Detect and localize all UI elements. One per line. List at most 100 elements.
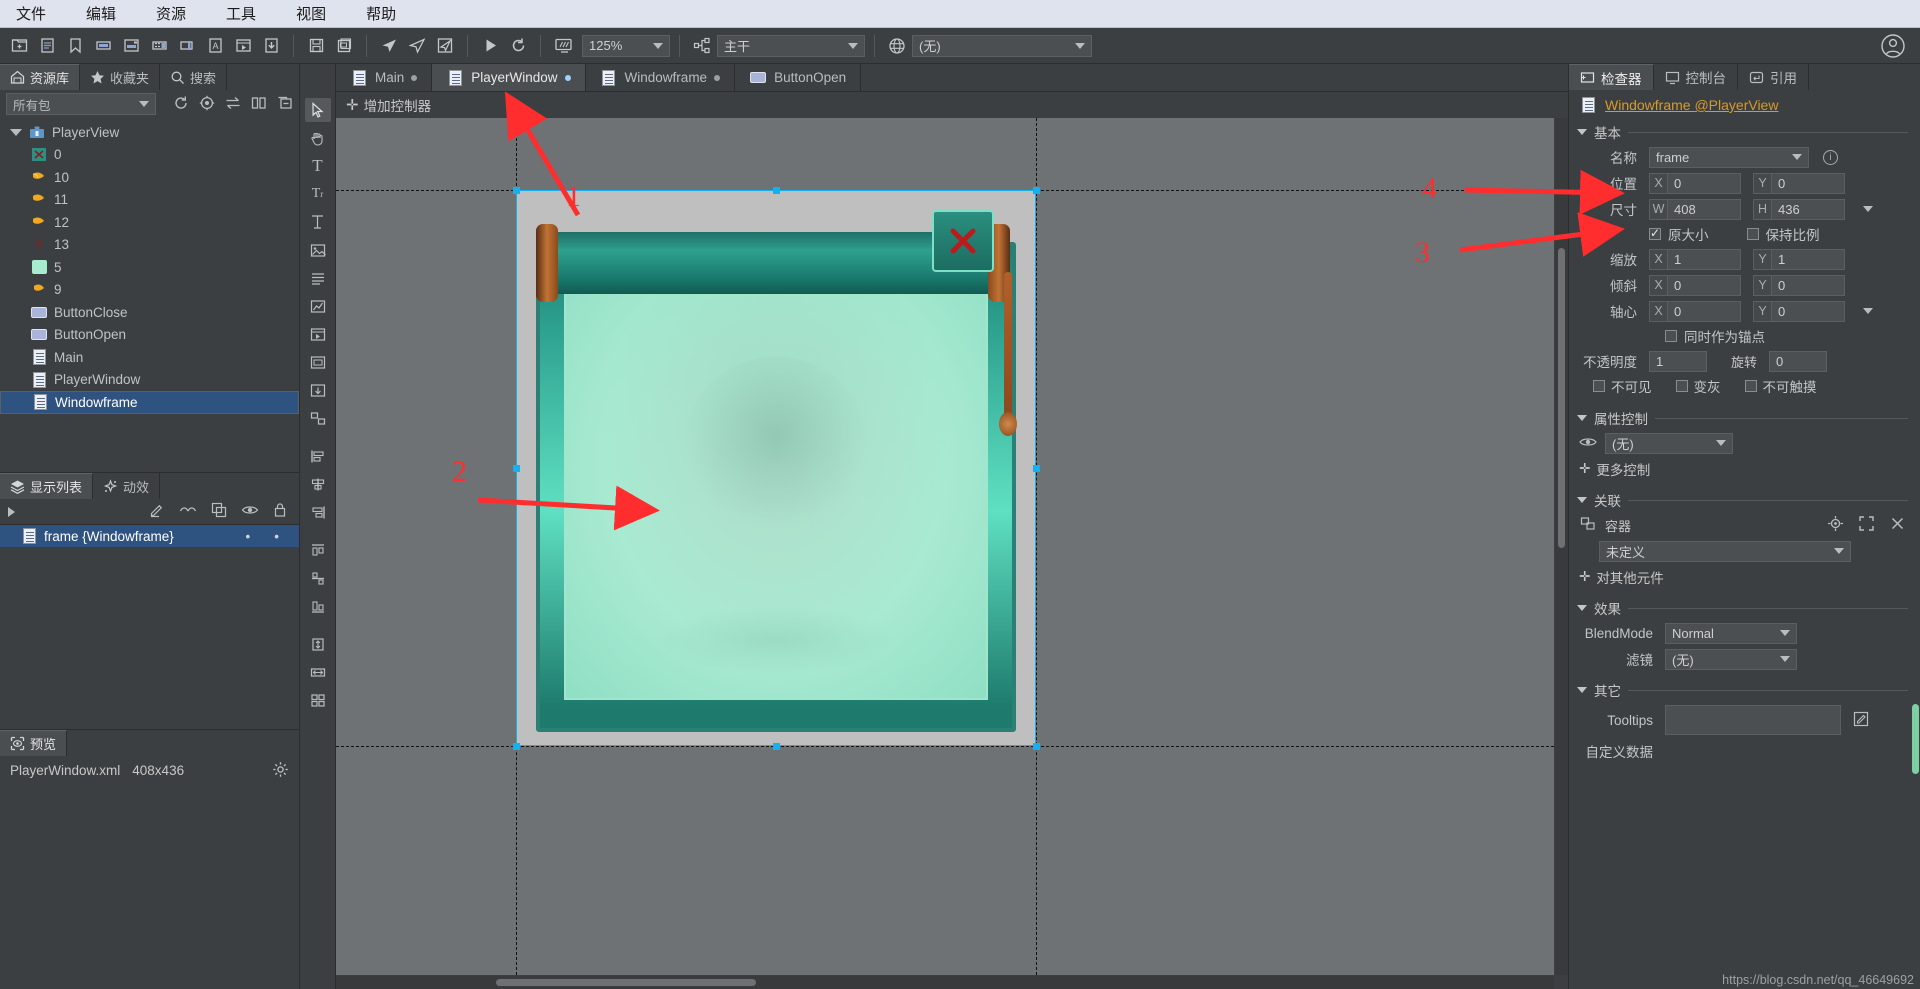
canvas-vscroll-thumb[interactable] bbox=[1558, 248, 1565, 548]
tab-animation[interactable]: 动效 bbox=[93, 473, 161, 499]
section-relation[interactable]: 关联 bbox=[1569, 488, 1920, 512]
info-icon[interactable]: i bbox=[1823, 149, 1838, 165]
new-film-icon[interactable] bbox=[146, 33, 172, 59]
tree-item-windowframe[interactable]: Windowframe bbox=[0, 391, 299, 414]
chevron-down-icon[interactable] bbox=[1863, 308, 1873, 314]
close-icon[interactable] bbox=[1889, 515, 1906, 535]
pivot-y-input[interactable]: 0 bbox=[1771, 300, 1845, 322]
pivot-x-input[interactable]: 0 bbox=[1667, 300, 1741, 322]
new-text-icon[interactable]: A bbox=[202, 33, 228, 59]
section-other[interactable]: 其它 bbox=[1569, 678, 1920, 702]
tree-item-11[interactable]: 11 bbox=[0, 189, 299, 212]
align-center-icon[interactable] bbox=[305, 472, 331, 496]
doc-tab-main[interactable]: Main bbox=[336, 64, 433, 91]
chevron-right-icon[interactable] bbox=[8, 506, 15, 517]
container-select[interactable]: 未定义 bbox=[1599, 540, 1851, 562]
tab-inspector[interactable]: 检查器 bbox=[1569, 64, 1654, 90]
property-control-select[interactable]: (无) bbox=[1605, 432, 1733, 454]
alpha-input[interactable]: 1 bbox=[1649, 350, 1707, 372]
chevron-down-icon[interactable] bbox=[10, 128, 22, 136]
tab-search[interactable]: 搜索 bbox=[160, 64, 228, 90]
tab-display-list[interactable]: 显示列表 bbox=[0, 473, 94, 499]
tree-item-9[interactable]: 9 bbox=[0, 279, 299, 302]
scale-x-input[interactable]: 1 bbox=[1667, 248, 1741, 270]
publish-settings-icon[interactable] bbox=[432, 33, 458, 59]
resize-handle-sw[interactable] bbox=[513, 743, 520, 750]
branch-select[interactable]: 主干 bbox=[717, 34, 865, 57]
new-movieclip-icon[interactable] bbox=[230, 33, 256, 59]
new-component-icon[interactable] bbox=[90, 33, 116, 59]
scale-y-input[interactable]: 1 bbox=[1771, 248, 1845, 270]
align-right-icon[interactable] bbox=[305, 500, 331, 524]
zoom-select[interactable]: 125% bbox=[582, 34, 670, 57]
bookmark-icon[interactable] bbox=[62, 33, 88, 59]
duplicate-icon[interactable] bbox=[211, 502, 227, 521]
name-input[interactable]: frame bbox=[1649, 146, 1809, 168]
pivot-as-anchor-checkbox[interactable] bbox=[1665, 330, 1677, 342]
blendmode-select[interactable]: Normal bbox=[1665, 622, 1797, 644]
account-icon[interactable] bbox=[1880, 33, 1906, 59]
menu-item-edit[interactable]: 编辑 bbox=[80, 1, 122, 26]
tree-item-12[interactable]: 12 bbox=[0, 211, 299, 234]
position-x-input[interactable]: 0 bbox=[1667, 172, 1741, 194]
text-icon[interactable]: T bbox=[305, 154, 331, 178]
component-icon[interactable] bbox=[305, 350, 331, 374]
tree-item-buttonclose[interactable]: ButtonClose bbox=[0, 301, 299, 324]
tree-item-5[interactable]: 5 bbox=[0, 256, 299, 279]
input-text-icon[interactable] bbox=[305, 210, 331, 234]
canvas-vscrollbar[interactable] bbox=[1555, 118, 1568, 975]
loader-icon[interactable] bbox=[305, 378, 331, 402]
visible-icon[interactable] bbox=[241, 502, 259, 521]
resize-handle-n[interactable] bbox=[773, 187, 780, 194]
stretch-v-icon[interactable] bbox=[305, 632, 331, 656]
cursor-icon[interactable] bbox=[304, 98, 331, 122]
locate-icon[interactable] bbox=[199, 95, 215, 114]
gear-icon[interactable] bbox=[272, 761, 289, 781]
sort-icon[interactable] bbox=[225, 95, 241, 114]
publish-icon[interactable] bbox=[376, 33, 402, 59]
section-effect[interactable]: 效果 bbox=[1569, 596, 1920, 620]
preview-play-icon[interactable] bbox=[477, 33, 503, 59]
grid-icon[interactable] bbox=[305, 688, 331, 712]
resize-handle-s[interactable] bbox=[773, 743, 780, 750]
visible-dot[interactable]: • bbox=[246, 529, 251, 544]
tab-console[interactable]: 控制台 bbox=[1654, 64, 1738, 90]
target-icon[interactable] bbox=[1827, 515, 1844, 535]
publish-all-icon[interactable] bbox=[404, 33, 430, 59]
inspector-scroll-thumb[interactable] bbox=[1912, 704, 1919, 774]
resize-handle-se[interactable] bbox=[1033, 743, 1040, 750]
collapse-icon[interactable] bbox=[277, 95, 293, 114]
expand-icon[interactable] bbox=[1858, 515, 1875, 535]
original-size-checkbox[interactable] bbox=[1649, 226, 1661, 240]
relation-other-button[interactable]: ✛ 对其他元件 bbox=[1569, 564, 1920, 590]
stretch-h-icon[interactable] bbox=[305, 660, 331, 684]
tab-reference[interactable]: 引用 bbox=[1738, 64, 1809, 90]
tab-favorites[interactable]: 收藏夹 bbox=[80, 64, 161, 90]
rotation-input[interactable]: 0 bbox=[1769, 350, 1828, 372]
tree-item-main[interactable]: Main bbox=[0, 346, 299, 369]
keep-ratio-checkbox[interactable] bbox=[1746, 228, 1759, 240]
eye-icon[interactable] bbox=[1577, 435, 1599, 452]
menu-item-tools[interactable]: 工具 bbox=[220, 1, 262, 26]
resize-handle-e[interactable] bbox=[1033, 465, 1040, 472]
movieclip-icon[interactable] bbox=[305, 322, 331, 346]
tab-library[interactable]: 资源库 bbox=[0, 64, 81, 90]
canvas-hscroll-thumb[interactable] bbox=[496, 979, 756, 986]
tree-item-13[interactable]: 13 bbox=[0, 234, 299, 257]
new-slider-icon[interactable] bbox=[174, 33, 200, 59]
section-basic[interactable]: 基本 bbox=[1569, 120, 1920, 144]
edit-icon[interactable] bbox=[1853, 711, 1869, 730]
tree-item-10[interactable]: 10 bbox=[0, 166, 299, 189]
position-y-input[interactable]: 0 bbox=[1771, 172, 1845, 194]
graph-icon[interactable] bbox=[305, 294, 331, 318]
doc-tab-windowframe[interactable]: Windowframe bbox=[586, 64, 736, 91]
edit-icon[interactable] bbox=[149, 502, 165, 521]
save-all-icon[interactable] bbox=[331, 33, 357, 59]
resize-handle-ne[interactable] bbox=[1033, 187, 1040, 194]
list-icon[interactable] bbox=[305, 266, 331, 290]
tab-preview[interactable]: 预览 bbox=[0, 729, 68, 756]
save-icon[interactable] bbox=[303, 33, 329, 59]
tooltips-input[interactable] bbox=[1665, 705, 1841, 735]
refresh-icon[interactable] bbox=[173, 95, 189, 114]
grayed-checkbox[interactable] bbox=[1675, 380, 1688, 392]
